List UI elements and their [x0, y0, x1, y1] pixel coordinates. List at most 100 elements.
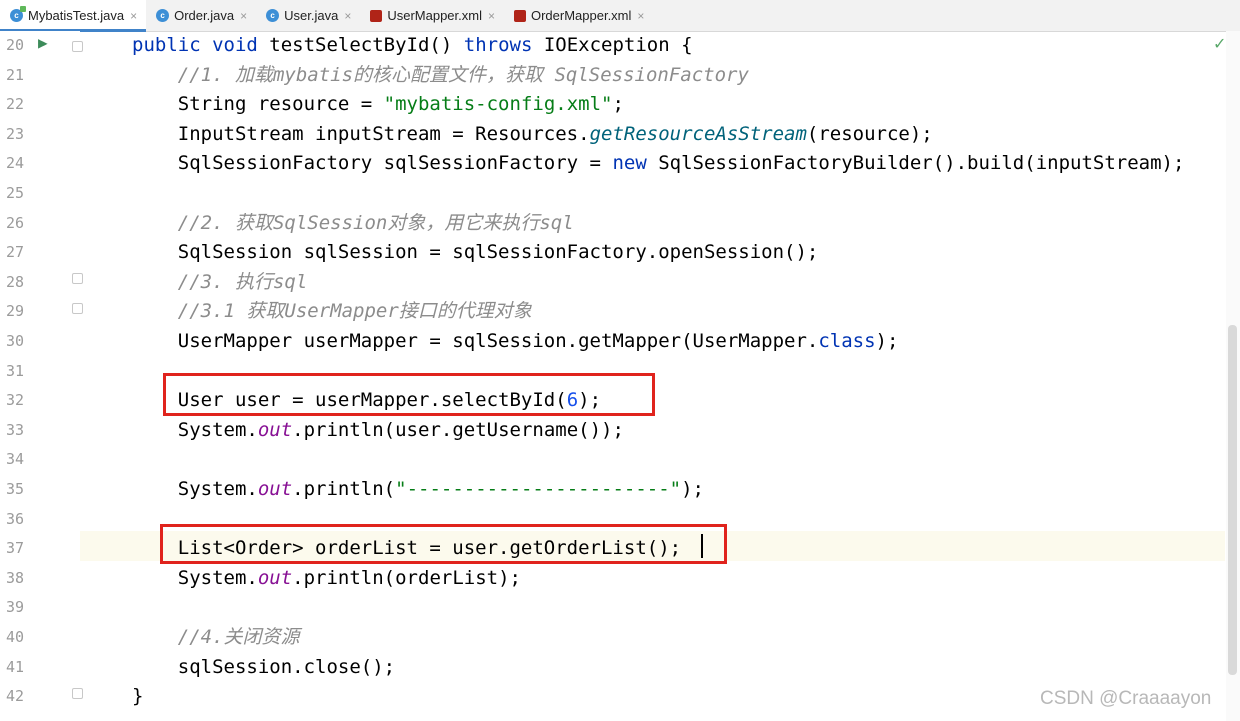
java-class-icon: c	[156, 9, 170, 22]
code-token: (resource);	[806, 122, 933, 145]
code-token: throws	[463, 34, 544, 56]
code-token: InputStream inputStream = Resources.	[132, 122, 590, 145]
code-token: IOException {	[543, 34, 693, 56]
java-class-icon: c	[266, 9, 280, 22]
line-number: 26	[6, 213, 25, 232]
line-number: 23	[6, 124, 25, 143]
fold-marker-icon[interactable]	[72, 273, 83, 284]
line-number: 34	[6, 450, 25, 469]
fold-marker-icon[interactable]	[72, 41, 83, 52]
code-token: //3.1 获取UserMapper接口的代理对象	[132, 300, 532, 323]
code-line[interactable]: SqlSession sqlSession = sqlSessionFactor…	[132, 238, 819, 268]
editor-tab-label: UserMapper.xml	[387, 8, 482, 23]
code-line[interactable]: UserMapper userMapper = sqlSession.getMa…	[132, 327, 899, 357]
line-number: 28	[6, 272, 25, 291]
code-token: void	[212, 34, 270, 56]
code-token: class	[818, 330, 876, 352]
code-line[interactable]: SqlSessionFactory sqlSessionFactory = ne…	[132, 149, 1185, 179]
line-number-gutter: 20 21 22 23 24 25 26 27 28 29 30 31 32 33 34 35 36 37 38 39…	[0, 31, 80, 721]
fold-marker-icon[interactable]	[72, 688, 83, 699]
code-line[interactable]: //2. 获取SqlSession对象，用它来执行sql	[132, 209, 574, 239]
line-number: 39	[6, 598, 25, 617]
line-number: 27	[6, 243, 25, 262]
line-number: 42	[6, 687, 25, 706]
line-number: 32	[6, 391, 25, 410]
line-number: 38	[6, 568, 25, 587]
code-token: getResourceAsStream	[589, 122, 807, 145]
code-line[interactable]: //4.关闭资源	[132, 623, 300, 653]
editor-tab-label: Order.java	[174, 8, 235, 23]
code-line[interactable]: InputStream inputStream = Resources.getR…	[132, 120, 933, 150]
line-number: 24	[6, 154, 25, 173]
code-token: SqlSessionFactory sqlSessionFactory =	[132, 152, 613, 175]
code-token: public	[132, 34, 213, 56]
check-icon: ✓	[1213, 34, 1227, 53]
close-tab-icon[interactable]: ×	[130, 9, 137, 23]
run-test-icon[interactable]: ▶	[38, 33, 48, 52]
fold-marker-icon[interactable]	[72, 303, 83, 314]
code-token: sqlSession.close();	[132, 655, 396, 678]
text-caret	[701, 534, 703, 558]
code-token: //4.关闭资源	[132, 626, 300, 648]
line-number: 20	[6, 36, 25, 54]
code-token: .println(orderList);	[292, 566, 521, 589]
line-number: 41	[6, 657, 25, 676]
close-tab-icon[interactable]: ×	[637, 9, 644, 23]
line-number: 36	[6, 509, 25, 528]
code-token: );	[875, 330, 899, 352]
close-tab-icon[interactable]: ×	[488, 9, 495, 23]
code-token: .println(	[292, 478, 396, 500]
code-token: //3. 执行sql	[132, 270, 308, 293]
code-line[interactable]: System.out.println(orderList);	[132, 564, 521, 594]
code-line[interactable]: public void testSelectById() throws IOEx…	[132, 31, 693, 61]
code-token: "mybatis-config.xml"	[383, 93, 613, 116]
code-token: System.	[132, 566, 258, 589]
code-line[interactable]: sqlSession.close();	[132, 653, 395, 683]
close-tab-icon[interactable]: ×	[240, 9, 247, 23]
code-token: UserMapper userMapper = sqlSession.getMa…	[132, 330, 819, 352]
line-number: 21	[6, 65, 25, 84]
code-token: SqlSessionFactoryBuilder().build(inputSt…	[658, 152, 1185, 175]
scrollbar-thumb[interactable]	[1228, 325, 1237, 675]
mybatis-xml-icon	[370, 9, 383, 22]
code-token: new	[612, 152, 659, 175]
code-line[interactable]: //1. 加载mybatis的核心配置文件，获取 SqlSessionFacto…	[132, 61, 749, 91]
code-token: System.	[132, 418, 258, 441]
line-number: 33	[6, 420, 25, 439]
line-number: 35	[6, 480, 25, 498]
code-line[interactable]: }	[132, 682, 143, 712]
code-token: "-----------------------"	[395, 478, 682, 500]
code-token: System.	[132, 478, 258, 500]
highlight-box-order-list	[160, 524, 727, 564]
watermark: CSDN @Craaaayon	[1040, 688, 1212, 709]
code-token: SqlSession sqlSession = sqlSessionFactor…	[132, 241, 819, 264]
code-line[interactable]: //3.1 获取UserMapper接口的代理对象	[132, 297, 532, 327]
code-line[interactable]: System.out.println(user.getUsername());	[132, 416, 624, 446]
code-token: //1. 加载mybatis的核心配置文件，获取 SqlSessionFacto…	[132, 63, 749, 86]
editor-tab[interactable]: c User.java ×	[256, 0, 360, 31]
editor-tab[interactable]: c Order.java ×	[146, 0, 256, 31]
editor-tab-label: User.java	[284, 8, 339, 23]
line-number: 29	[6, 302, 25, 321]
mybatis-xml-icon	[513, 9, 526, 22]
line-number: 22	[6, 95, 25, 114]
editor-tab[interactable]: UserMapper.xml ×	[360, 0, 504, 31]
code-token: testSelectById()	[269, 34, 464, 56]
code-line[interactable]: String resource = "mybatis-config.xml";	[132, 90, 624, 120]
code-line[interactable]: System.out.println("--------------------…	[132, 475, 704, 505]
editor-tab-label: MybatisTest.java	[28, 8, 125, 23]
code-token: ;	[612, 93, 624, 116]
line-number: 25	[6, 184, 25, 202]
line-number: 30	[6, 332, 25, 350]
line-number: 31	[6, 361, 25, 380]
highlight-box-select-by-id	[163, 373, 655, 416]
code-token: }	[132, 685, 144, 708]
editor-tab[interactable]: OrderMapper.xml ×	[504, 0, 653, 31]
code-line[interactable]: //3. 执行sql	[132, 268, 308, 298]
line-number: 40	[6, 628, 25, 646]
editor-tab-bar: c MybatisTest.java × c Order.java × c User.java…	[0, 0, 1240, 32]
java-test-class-icon: c	[10, 6, 26, 22]
editor-tab[interactable]: c MybatisTest.java ×	[0, 0, 147, 32]
editor-tab-label: OrderMapper.xml	[530, 8, 632, 23]
close-tab-icon[interactable]: ×	[344, 9, 351, 23]
